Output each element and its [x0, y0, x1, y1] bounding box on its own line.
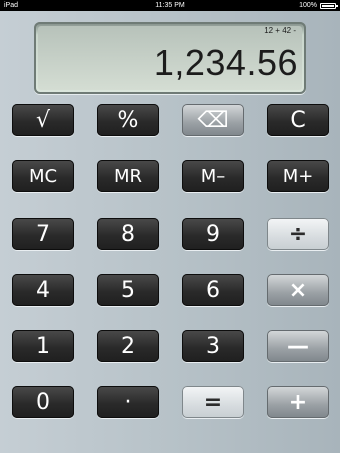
digit-8-key[interactable]: 8 [97, 218, 159, 250]
digit-7-key[interactable]: 7 [12, 218, 74, 250]
mc-label: MC [28, 165, 58, 187]
plus-icon: + [288, 389, 308, 415]
digit-9-key[interactable]: 9 [182, 218, 244, 250]
status-bar: iPad 11:35 PM 100% [0, 0, 340, 11]
m-plus-label: M+ [282, 165, 314, 187]
digit-1-label: 1 [36, 333, 50, 359]
digit-5-label: 5 [121, 277, 135, 303]
multiply-icon: × [288, 277, 308, 303]
digit-0-label: 0 [36, 389, 50, 415]
divide-key[interactable]: ÷ [267, 218, 329, 250]
memory-plus-key[interactable]: M+ [267, 160, 329, 192]
battery-status: 100% [299, 0, 338, 11]
digit-0-key[interactable]: 0 [12, 386, 74, 418]
status-time: 11:35 PM [155, 2, 185, 9]
memory-clear-key[interactable]: MC [12, 160, 74, 192]
minus-icon: — [287, 333, 309, 359]
equals-key[interactable]: = [182, 386, 244, 418]
battery-icon [320, 2, 338, 9]
display-tape: 12 + 42 - [264, 26, 296, 35]
mr-label: MR [113, 165, 143, 187]
sqrt-key[interactable]: √ [12, 104, 74, 136]
battery-percent: 100% [299, 2, 317, 9]
minus-key[interactable]: — [267, 330, 329, 362]
digit-4-label: 4 [36, 277, 50, 303]
sqrt-icon: √ [35, 107, 51, 133]
memory-recall-key[interactable]: MR [97, 160, 159, 192]
decimal-label: · [124, 389, 132, 415]
digit-3-key[interactable]: 3 [182, 330, 244, 362]
m-minus-label: M– [200, 165, 226, 187]
digit-6-label: 6 [206, 277, 220, 303]
digit-7-label: 7 [36, 221, 50, 247]
display-value: 1,234.56 [153, 42, 298, 83]
clear-label: C [290, 107, 306, 133]
digit-4-key[interactable]: 4 [12, 274, 74, 306]
digit-5-key[interactable]: 5 [97, 274, 159, 306]
divide-icon: ÷ [288, 221, 308, 247]
digit-6-key[interactable]: 6 [182, 274, 244, 306]
multiply-key[interactable]: × [267, 274, 329, 306]
percent-icon: % [117, 107, 139, 133]
plus-key[interactable]: + [267, 386, 329, 418]
digit-1-key[interactable]: 1 [12, 330, 74, 362]
digit-2-label: 2 [121, 333, 135, 359]
digit-8-label: 8 [121, 221, 135, 247]
backspace-icon: ⌫ [197, 107, 229, 133]
digit-9-label: 9 [206, 221, 220, 247]
calculator-display: 12 + 42 - 1,234.56 [34, 22, 306, 94]
percent-key[interactable]: % [97, 104, 159, 136]
clear-key[interactable]: C [267, 104, 329, 136]
backspace-key[interactable]: ⌫ [182, 104, 244, 136]
equals-icon: = [203, 389, 223, 415]
decimal-key[interactable]: · [97, 386, 159, 418]
digit-3-label: 3 [206, 333, 220, 359]
digit-2-key[interactable]: 2 [97, 330, 159, 362]
memory-minus-key[interactable]: M– [182, 160, 244, 192]
